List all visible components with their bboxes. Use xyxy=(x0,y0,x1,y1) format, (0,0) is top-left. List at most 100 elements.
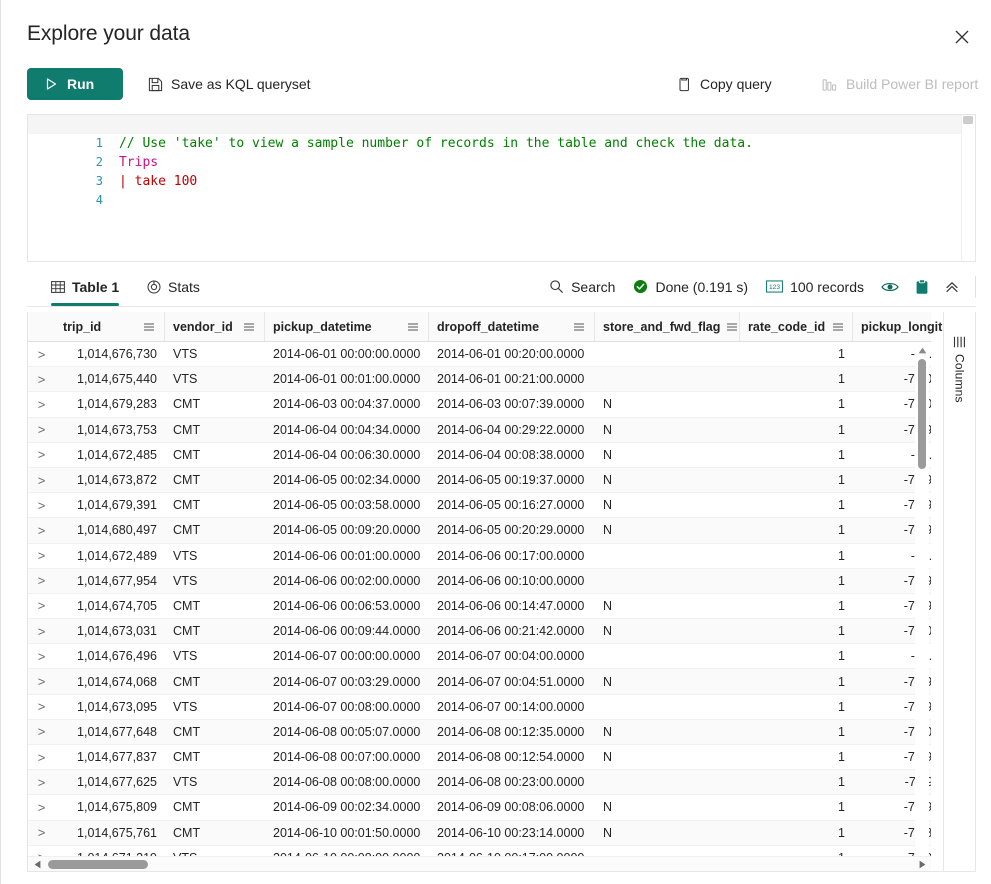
column-menu-icon[interactable] xyxy=(242,320,256,334)
table-row[interactable]: >1,014,677,625 VTS 2014-06-08 00:08:00.000… xyxy=(28,770,931,796)
row-expander-icon[interactable]: > xyxy=(28,468,55,492)
tab-stats[interactable]: Stats xyxy=(137,267,210,306)
columns-panel-toggle[interactable]: Columns xyxy=(943,312,975,871)
row-expander-icon[interactable]: > xyxy=(28,493,55,517)
table-row[interactable]: >1,014,677,837 CMT 2014-06-08 00:07:00.000… xyxy=(28,745,931,771)
column-menu-icon[interactable] xyxy=(572,320,586,334)
build-power-bi-report-button[interactable]: Build Power BI report xyxy=(814,68,986,100)
copy-query-label: Copy query xyxy=(700,76,772,92)
grid-vertical-scrollbar[interactable] xyxy=(915,343,929,869)
row-expander-icon[interactable]: > xyxy=(28,518,55,542)
code-line-4[interactable]: 4 xyxy=(28,172,975,207)
editor-vertical-scrollbar[interactable] xyxy=(961,115,975,261)
cell-vendor-id: CMT xyxy=(173,800,201,815)
cell-dropoff-datetime: 2014-06-08 00:12:35.0000 xyxy=(437,724,585,739)
cell-dropoff-datetime: 2014-06-06 00:17:00.0000 xyxy=(437,548,585,563)
preview-visibility-button[interactable] xyxy=(873,272,907,302)
row-expander-icon[interactable]: > xyxy=(28,418,55,442)
scroll-right-icon[interactable] xyxy=(915,857,929,871)
grid-horizontal-scrollbar[interactable] xyxy=(28,856,931,871)
table-row[interactable]: >1,014,676,496 VTS 2014-06-07 00:00:00.000… xyxy=(28,644,931,670)
cell-store-and-fwd-flag xyxy=(595,644,740,668)
row-expander-icon[interactable]: > xyxy=(28,795,55,819)
table-row[interactable]: >1,014,675,761 CMT 2014-06-10 00:01:50.000… xyxy=(28,820,931,846)
row-expander-icon[interactable]: > xyxy=(28,367,55,391)
table-row[interactable]: >1,014,674,705 CMT 2014-06-06 00:06:53.000… xyxy=(28,594,931,620)
cell-store-and-fwd-flag xyxy=(595,544,740,568)
column-menu-icon[interactable] xyxy=(406,320,420,334)
line-number: 4 xyxy=(95,193,103,207)
table-row[interactable]: >1,014,673,753 CMT 2014-06-04 00:04:34.000… xyxy=(28,417,931,443)
table-row[interactable]: >1,014,673,872 CMT 2014-06-05 00:02:34.000… xyxy=(28,467,931,494)
table-row[interactable]: >1,014,679,391 CMT 2014-06-05 00:03:58.000… xyxy=(28,493,931,519)
cell-trip-id: 1,014,677,954 xyxy=(77,573,157,588)
table-row[interactable]: >1,014,673,095 VTS 2014-06-07 00:08:00.000… xyxy=(28,695,931,720)
cell-vendor-id: CMT xyxy=(173,598,201,613)
row-expander-icon[interactable]: > xyxy=(28,644,55,668)
column-menu-icon[interactable] xyxy=(831,320,844,334)
table-row[interactable]: >1,014,672,489 VTS 2014-06-06 00:01:00.000… xyxy=(28,544,931,569)
grid-header-label: rate_code_id xyxy=(748,319,826,334)
scroll-left-icon[interactable] xyxy=(30,857,44,871)
close-icon[interactable] xyxy=(947,22,977,52)
row-expander-icon[interactable]: > xyxy=(28,669,55,693)
table-row[interactable]: >1,014,673,031 CMT 2014-06-06 00:09:44.000… xyxy=(28,619,931,645)
collapse-results-button[interactable] xyxy=(937,272,967,302)
grid-header-dropoff-datetime[interactable]: dropoff_datetime xyxy=(429,312,595,341)
copy-query-button[interactable]: Copy query xyxy=(668,68,780,100)
table-row[interactable]: >1,014,672,485 CMT 2014-06-04 00:06:30.000… xyxy=(28,443,931,468)
explore-your-data-dialog: Explore your data Run Save as KQL querys xyxy=(0,0,991,884)
cell-dropoff-datetime: 2014-06-10 00:23:14.0000 xyxy=(437,825,585,840)
run-button-label: Run xyxy=(67,76,95,92)
table-row[interactable]: >1,014,676,730 VTS 2014-06-01 00:00:00.000… xyxy=(28,342,931,368)
kql-query-editor[interactable]: 1// Use 'take' to view a sample number o… xyxy=(27,114,976,262)
row-expander-icon[interactable]: > xyxy=(28,569,55,593)
cell-vendor-id: VTS xyxy=(173,649,198,664)
table-row[interactable]: >1,014,677,954 VTS 2014-06-06 00:02:00.000… xyxy=(28,568,931,594)
table-row[interactable]: >1,014,677,648 CMT 2014-06-08 00:05:07.000… xyxy=(28,719,931,745)
cell-dropoff-datetime: 2014-06-06 00:14:47.0000 xyxy=(437,598,585,613)
search-button[interactable]: Search xyxy=(540,272,624,302)
cell-dropoff-datetime: 2014-06-04 00:29:22.0000 xyxy=(437,422,585,437)
save-as-kql-queryset-button[interactable]: Save as KQL queryset xyxy=(139,68,319,100)
cell-trip-id: 1,014,679,283 xyxy=(77,397,157,412)
table-row[interactable]: >1,014,675,440 VTS 2014-06-01 00:01:00.000… xyxy=(28,367,931,393)
editor-scrollbar-thumb[interactable] xyxy=(963,116,973,124)
table-row[interactable]: >1,014,680,497 CMT 2014-06-05 00:09:20.000… xyxy=(28,518,931,544)
row-expander-icon[interactable]: > xyxy=(28,594,55,618)
table-row[interactable]: >1,014,679,283 CMT 2014-06-03 00:04:37.000… xyxy=(28,392,931,418)
row-expander-icon[interactable]: > xyxy=(28,342,55,366)
table-icon xyxy=(51,280,65,294)
cell-vendor-id: VTS xyxy=(173,372,198,387)
grid-header-trip-id[interactable]: trip_id xyxy=(55,312,165,341)
row-expander-icon[interactable]: > xyxy=(28,821,55,845)
clipboard-button[interactable] xyxy=(907,272,937,302)
code-line-1[interactable]: 1// Use 'take' to view a sample number o… xyxy=(28,115,975,151)
row-expander-icon[interactable]: > xyxy=(28,544,55,568)
code-line-3[interactable]: 3 | take 100 xyxy=(28,153,975,189)
table-row[interactable]: >1,014,674,068 CMT 2014-06-07 00:03:29.000… xyxy=(28,669,931,695)
row-expander-icon[interactable]: > xyxy=(28,770,55,794)
row-expander-icon[interactable]: > xyxy=(28,720,55,744)
grid-vertical-scrollbar-thumb[interactable] xyxy=(918,359,926,469)
row-expander-icon[interactable]: > xyxy=(28,392,55,416)
row-expander-icon[interactable]: > xyxy=(28,695,55,719)
cell-dropoff-datetime: 2014-06-06 00:21:42.0000 xyxy=(437,624,585,639)
scroll-up-icon[interactable] xyxy=(915,343,929,357)
grid-header-vendor-id[interactable]: vendor_id xyxy=(165,312,265,341)
code-line-2[interactable]: 2 Trips xyxy=(28,134,975,170)
column-menu-icon[interactable] xyxy=(726,320,738,334)
tab-table-1[interactable]: Table 1 xyxy=(41,267,129,306)
grid-horizontal-scrollbar-thumb[interactable] xyxy=(48,860,148,869)
grid-header-pickup-datetime[interactable]: pickup_datetime xyxy=(265,312,429,341)
cell-store-and-fwd-flag: N xyxy=(603,473,613,488)
row-expander-icon[interactable]: > xyxy=(28,745,55,769)
run-button[interactable]: Run xyxy=(27,68,123,100)
grid-header-rate-code-id[interactable]: rate_code_id xyxy=(740,312,853,341)
column-menu-icon[interactable] xyxy=(142,320,156,334)
row-expander-icon[interactable]: > xyxy=(28,619,55,643)
cell-dropoff-datetime: 2014-06-05 00:20:29.0000 xyxy=(437,523,585,538)
table-row[interactable]: >1,014,675,809 CMT 2014-06-09 00:02:34.000… xyxy=(28,795,931,821)
row-expander-icon[interactable]: > xyxy=(28,443,55,467)
grid-header-store-and-fwd-flag[interactable]: store_and_fwd_flag xyxy=(595,312,740,341)
